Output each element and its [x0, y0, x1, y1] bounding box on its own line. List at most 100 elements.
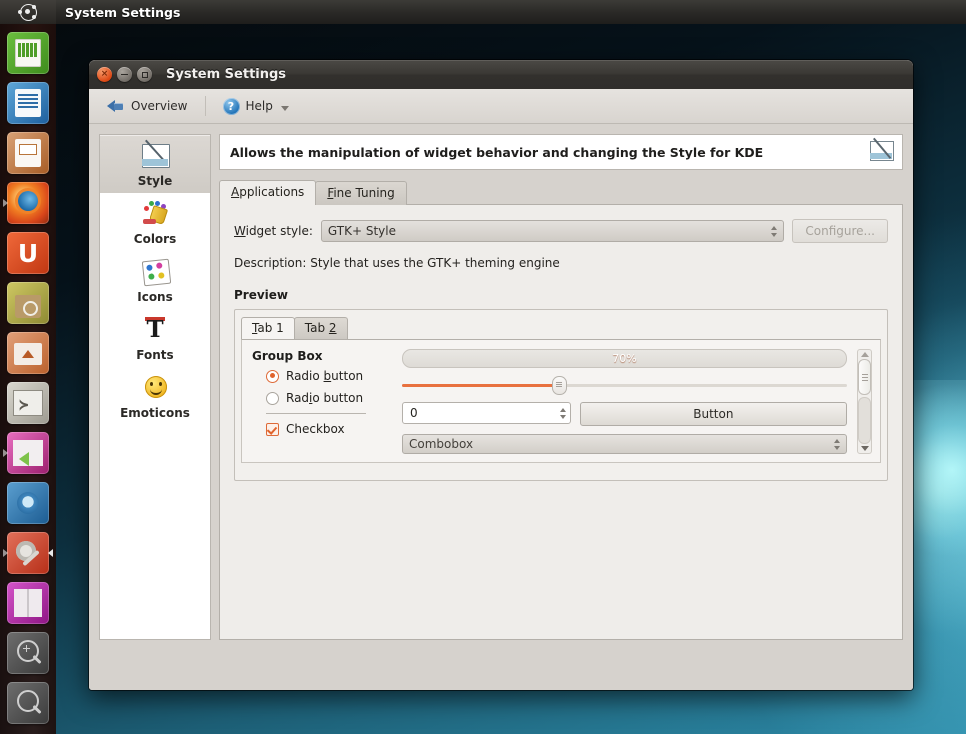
launcher-item-software-center[interactable] [4, 279, 52, 327]
window-titlebar[interactable]: × System Settings [89, 60, 913, 89]
chevron-down-icon [280, 105, 289, 111]
launcher-item-zoom-in[interactable] [4, 629, 52, 677]
combobox-arrows-icon [771, 225, 778, 237]
launcher-item-libreoffice-writer[interactable] [4, 79, 52, 127]
preview-box: Tab 1 Tab 2 Group Box Radio button Radio… [234, 309, 888, 481]
preview-tab-bar[interactable]: Tab 1 Tab 2 [235, 310, 887, 339]
fonts-icon: T [145, 315, 165, 343]
scroll-up-arrow-icon[interactable] [860, 352, 869, 357]
checkbox-checked-icon [266, 422, 279, 436]
preview-tab-2[interactable]: Tab 2 [293, 317, 348, 339]
launcher-item-window-switcher[interactable] [3, 429, 52, 477]
maximize-button[interactable] [137, 67, 152, 82]
scroll-down-arrow-icon[interactable] [860, 446, 869, 451]
preview-group-box: Group Box Radio button Radio button Chec… [252, 349, 392, 454]
radio-label: Radio button [286, 391, 364, 405]
configure-button[interactable]: Configure... [792, 219, 888, 243]
overview-label: Overview [131, 99, 188, 113]
preview-heading: Preview [234, 288, 289, 302]
sidebar-item-label: Emoticons [120, 405, 190, 420]
preview-slider[interactable] [402, 375, 847, 395]
style-module-icon [870, 137, 894, 163]
slider-fill [402, 383, 558, 387]
preview-controls: 70% 0 Button Combobox [402, 349, 847, 454]
widget-style-value: GTK+ Style [327, 224, 396, 238]
preview-button[interactable]: Button [579, 402, 847, 426]
module-description: Allows the manipulation of widget behavi… [230, 144, 764, 160]
progressbar-label: 70% [612, 352, 637, 365]
icons-icon [139, 258, 172, 288]
group-box-label: Group Box [252, 349, 323, 363]
launcher-item-workspace-switcher[interactable] [4, 579, 52, 627]
launcher-item-zoom-out[interactable] [4, 679, 52, 727]
help-icon: ? [222, 97, 240, 115]
sidebar-item-fonts[interactable]: T Fonts [100, 309, 210, 367]
preview-progressbar: 70% [402, 349, 847, 368]
running-indicator-icon [3, 449, 8, 457]
launcher-item-ubuntu-one[interactable] [4, 229, 52, 277]
ubuntu-logo-icon[interactable] [0, 0, 56, 24]
category-list[interactable]: Style Colors Icons T Fonts Emoticons [99, 134, 211, 640]
launcher-item-system-settings[interactable] [3, 529, 53, 577]
preview-radio-1[interactable]: Radio button [266, 369, 392, 383]
preview-scrollbar[interactable] [857, 349, 872, 454]
sidebar-item-label: Style [137, 173, 173, 188]
tab-bar[interactable]: AApplicationspplications Fine Tuning [219, 180, 903, 205]
window-toolbar: Overview ? Help [89, 89, 913, 124]
emoticons-icon [139, 374, 171, 404]
panel-title: System Settings [65, 4, 181, 20]
widget-style-combobox[interactable]: GTK+ Style [320, 220, 785, 242]
preview-spinbox[interactable]: 0 [402, 402, 571, 424]
sidebar-item-label: Fonts [136, 347, 174, 362]
launcher-item-chromium[interactable] [4, 479, 52, 527]
scrollbar-thumb[interactable] [858, 359, 871, 395]
checkbox-label: Checkbox [286, 422, 345, 436]
launcher-item-terminal[interactable] [4, 379, 52, 427]
help-label: Help [245, 99, 273, 113]
window-body: Style Colors Icons T Fonts Emoticons All… [89, 124, 913, 690]
scrollbar-rail[interactable] [858, 397, 871, 444]
top-panel: System Settings [0, 0, 966, 24]
launcher-item-firefox[interactable] [3, 179, 52, 227]
combobox-arrows-icon [834, 438, 840, 450]
spinbox-value: 0 [410, 406, 418, 420]
module-description-bar: Allows the manipulation of widget behavi… [219, 134, 903, 170]
sidebar-item-icons[interactable]: Icons [100, 251, 210, 309]
window-title: System Settings [166, 67, 287, 82]
sidebar-item-label: Colors [133, 231, 177, 246]
preview-checkbox[interactable]: Checkbox [266, 422, 392, 436]
launcher-item-libreoffice-impress[interactable] [4, 129, 52, 177]
minimize-button[interactable] [117, 67, 132, 82]
combobox-value: Combobox [409, 437, 474, 451]
colors-icon [139, 200, 171, 230]
running-indicator-icon [3, 199, 8, 207]
settings-pane: Allows the manipulation of widget behavi… [219, 134, 903, 640]
widget-style-row: Widget style: GTK+ Style Configure... [234, 219, 888, 243]
radio-label: Radio button [286, 369, 364, 383]
tab-applications[interactable]: AApplicationspplications [219, 180, 317, 205]
launcher-item-files[interactable] [4, 329, 52, 377]
slider-handle[interactable] [551, 375, 567, 395]
help-menu-button[interactable]: ? Help [215, 95, 297, 118]
launcher-item-libreoffice-calc[interactable] [4, 29, 52, 77]
widget-style-label: Widget style: [234, 224, 313, 238]
running-indicator-icon [3, 549, 8, 557]
sidebar-item-emoticons[interactable]: Emoticons [100, 367, 210, 425]
preview-inner: Group Box Radio button Radio button Chec… [241, 339, 881, 463]
separator-line [266, 413, 366, 414]
style-description: Description: Style that uses the GTK+ th… [234, 256, 560, 270]
radio-unselected-icon [266, 391, 279, 405]
unity-launcher[interactable] [0, 24, 56, 734]
spinbox-arrows-icon[interactable] [559, 407, 566, 419]
sidebar-item-style[interactable]: Style [100, 135, 210, 193]
preview-tab-1[interactable]: Tab 1 [241, 317, 295, 339]
preview-combobox[interactable]: Combobox [402, 434, 847, 454]
sidebar-item-colors[interactable]: Colors [100, 193, 210, 251]
tab-fine-tuning[interactable]: Fine Tuning [315, 181, 407, 205]
close-button[interactable]: × [97, 67, 112, 82]
preview-radio-2[interactable]: Radio button [266, 391, 392, 405]
system-settings-window: × System Settings Overview ? Help Style [89, 60, 913, 690]
toolbar-separator [204, 96, 206, 116]
spin-and-button-row: 0 Button [402, 402, 847, 426]
overview-button[interactable]: Overview [99, 95, 196, 117]
